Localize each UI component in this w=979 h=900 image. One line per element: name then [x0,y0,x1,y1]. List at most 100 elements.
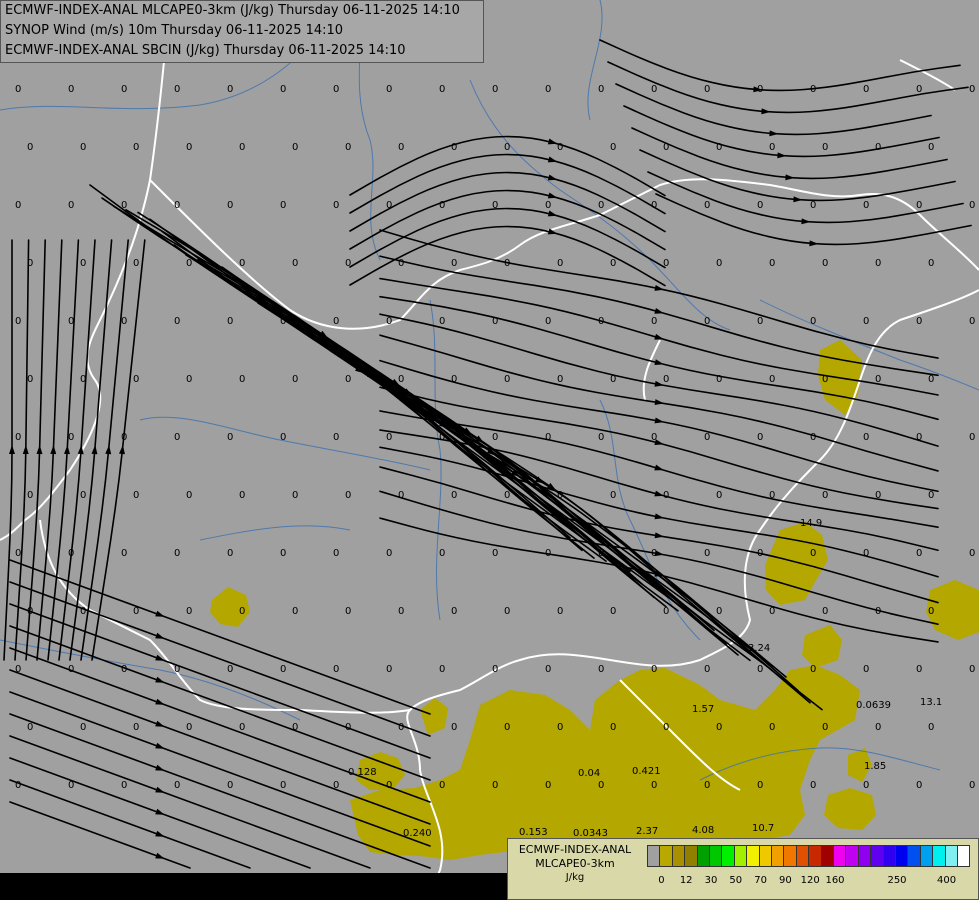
cin-value-zero: 0 [810,548,816,559]
cin-value-zero: 0 [280,664,286,675]
cin-value-zero: 0 [27,258,33,269]
cin-value-zero: 0 [492,84,498,95]
legend-swatch [882,845,896,867]
cin-value-zero: 0 [704,780,710,791]
cin-value-zero: 0 [610,490,616,501]
cin-value-zero: 0 [822,142,828,153]
cin-value-zero: 0 [663,490,669,501]
cin-value-zero: 0 [663,142,669,153]
cin-value-zero: 0 [345,258,351,269]
cin-value-zero: 0 [504,258,510,269]
cin-value-zero: 0 [916,548,922,559]
cin-value-zero: 0 [504,490,510,501]
cin-value-zero: 0 [398,490,404,501]
cin-value-zero: 0 [239,258,245,269]
cin-value-label: 13.1 [920,697,942,708]
cin-value-zero: 0 [663,374,669,385]
cin-value-zero: 0 [280,548,286,559]
cin-value-zero: 0 [557,142,563,153]
cin-value-zero: 0 [822,258,828,269]
cin-value-label: 4.08 [692,825,714,836]
cin-value-zero: 0 [68,316,74,327]
cin-value-zero: 0 [757,664,763,675]
cin-value-zero: 0 [769,142,775,153]
cin-value-zero: 0 [969,200,975,211]
legend-tick-label: 400 [937,875,957,886]
cin-value-zero: 0 [345,142,351,153]
cin-value-zero: 0 [15,200,21,211]
cin-value-zero: 0 [80,490,86,501]
cin-value-zero: 0 [916,780,922,791]
cin-value-zero: 0 [280,780,286,791]
cin-value-zero: 0 [875,258,881,269]
cin-value-zero: 0 [15,780,21,791]
cin-value-zero: 0 [439,432,445,443]
cin-value-zero: 0 [15,84,21,95]
cin-value-zero: 0 [969,780,975,791]
cin-value-zero: 0 [610,142,616,153]
legend-swatch [659,845,673,867]
cin-value-zero: 0 [292,142,298,153]
cin-value-zero: 0 [492,548,498,559]
cin-value-zero: 0 [174,548,180,559]
map-header: ECMWF-INDEX-ANAL MLCAPE0-3km (J/kg) Thur… [0,0,484,63]
cin-value-zero: 0 [822,374,828,385]
legend-swatch [820,845,834,867]
cin-value-zero: 0 [133,142,139,153]
cin-value-zero: 0 [333,664,339,675]
legend-swatch [758,845,772,867]
legend-title-source: ECMWF-INDEX-ANAL [518,843,632,856]
legend-swatch [919,845,934,867]
cin-value-zero: 0 [663,258,669,269]
legend-swatch [684,845,698,867]
cin-value-zero: 0 [863,780,869,791]
cin-value-zero: 0 [769,374,775,385]
cin-value-zero: 0 [598,432,604,443]
cin-value-zero: 0 [492,200,498,211]
cin-value-zero: 0 [345,722,351,733]
cin-value-zero: 0 [875,606,881,617]
cin-value-zero: 0 [504,374,510,385]
cin-value-zero: 0 [651,316,657,327]
cin-value-zero: 0 [598,664,604,675]
legend-swatch [808,845,822,867]
cin-value-zero: 0 [27,606,33,617]
cin-value-zero: 0 [610,722,616,733]
cin-value-zero: 0 [186,142,192,153]
cin-value-zero: 0 [916,84,922,95]
cin-value-zero: 0 [598,200,604,211]
cin-value-label: 0.04 [578,768,600,779]
cin-value-zero: 0 [174,432,180,443]
cin-value-zero: 0 [704,432,710,443]
cin-value-zero: 0 [769,606,775,617]
map-nodata-strip [0,873,507,900]
cin-value-label: 10.7 [752,823,774,834]
cin-value-zero: 0 [439,548,445,559]
cin-value-zero: 0 [451,374,457,385]
cin-value-zero: 0 [610,374,616,385]
cin-value-zero: 0 [928,374,934,385]
cin-value-zero: 0 [386,200,392,211]
cin-value-zero: 0 [769,258,775,269]
cin-value-zero: 0 [810,664,816,675]
legend-tick-label: 160 [825,875,845,886]
cin-value-zero: 0 [928,722,934,733]
cin-value-zero: 0 [716,490,722,501]
legend-tick-label: 250 [887,875,907,886]
legend-swatch [895,845,909,867]
legend-swatch [907,845,921,867]
cin-value-zero: 0 [928,142,934,153]
cin-value-zero: 0 [757,548,763,559]
legend-swatch [944,845,958,867]
cin-value-zero: 0 [557,606,563,617]
legend-swatch [857,845,872,867]
cin-value-label: 0.421 [632,766,661,777]
cin-value-zero: 0 [863,548,869,559]
cin-value-zero: 0 [504,606,510,617]
cin-value-zero: 0 [121,780,127,791]
cin-value-zero: 0 [292,258,298,269]
cin-value-zero: 0 [451,142,457,153]
cin-value-zero: 0 [68,548,74,559]
color-legend: ECMWF-INDEX-ANAL MLCAPE0-3km J/kg 0 12 30 5… [507,838,979,900]
cin-value-zero: 0 [810,780,816,791]
